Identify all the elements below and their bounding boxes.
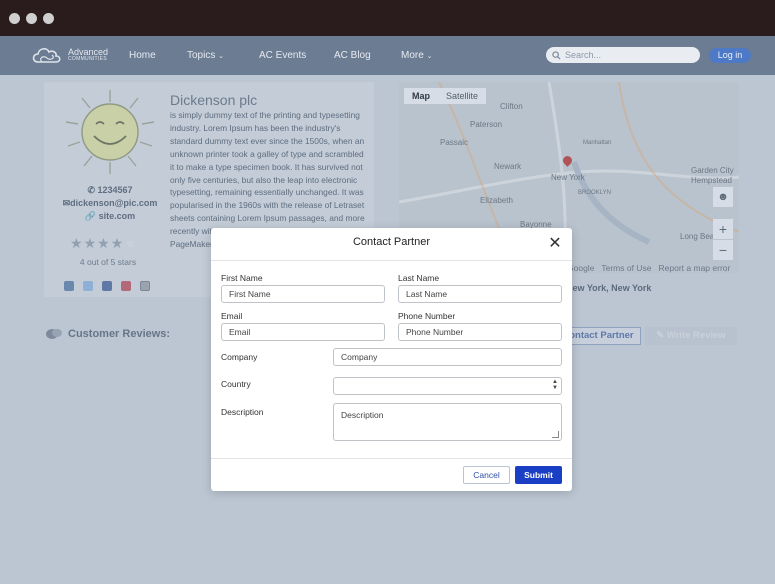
link-icon: 🔗 xyxy=(84,211,97,221)
nav-item-ac-events[interactable]: AC Events xyxy=(259,50,306,61)
first-name-field[interactable]: First Name xyxy=(221,285,385,303)
first-name-label: First Name xyxy=(221,273,263,283)
social-links xyxy=(64,281,150,291)
description-placeholder: Description xyxy=(341,410,384,420)
search-input[interactable]: Search... xyxy=(546,47,700,63)
window-maximize-dot[interactable] xyxy=(43,13,54,24)
email-label: Email xyxy=(221,311,243,321)
submit-button[interactable]: Submit xyxy=(515,466,562,484)
pencil-icon: ✎ xyxy=(656,330,665,341)
chevron-down-icon: ⌄ xyxy=(218,53,225,60)
modal-title: Contact Partner xyxy=(352,236,431,248)
map-place-label: Manhattan xyxy=(583,140,612,146)
select-updown-icon: ▲ ▼ xyxy=(552,379,558,391)
search-icon xyxy=(552,50,561,60)
star-half-icon: ★ xyxy=(110,235,125,251)
write-review-label: Write Review xyxy=(666,330,726,341)
description-textarea[interactable]: Description xyxy=(333,403,562,441)
envelope-icon: ✉ xyxy=(62,198,71,208)
logo-text-communities: COMMUNITIES xyxy=(68,56,107,62)
map-place-label: Paterson xyxy=(470,120,503,129)
search-placeholder: Search... xyxy=(565,50,602,60)
zoom-out-button[interactable]: − xyxy=(713,240,733,260)
twitter-icon[interactable] xyxy=(83,281,93,291)
modal-header-divider xyxy=(211,260,572,261)
partner-site-text: site.com xyxy=(98,211,136,221)
map-place-label: Elizabeth xyxy=(480,196,513,205)
rating-stars: ★★★★★ xyxy=(70,235,138,252)
write-review-button[interactable]: ✎ Write Review xyxy=(645,327,737,345)
country-label: Country xyxy=(221,379,251,389)
youtube-icon[interactable] xyxy=(121,281,131,291)
resize-grip-icon[interactable] xyxy=(552,431,559,438)
star-icon: ★ xyxy=(97,235,111,251)
customer-reviews-heading: Customer Reviews: xyxy=(46,328,170,340)
company-label: Company xyxy=(221,352,258,362)
sun-logo-image xyxy=(65,90,155,174)
modal-footer-divider xyxy=(211,458,572,459)
partner-phone-text: 1234567 xyxy=(97,185,133,195)
customer-reviews-heading-text: Customer Reviews: xyxy=(68,328,171,340)
map-place-label: Passaic xyxy=(440,138,469,147)
last-name-field[interactable]: Last Name xyxy=(398,285,562,303)
facebook-icon[interactable] xyxy=(102,281,112,291)
window-titlebar xyxy=(0,0,775,36)
phone-icon: ✆ xyxy=(87,185,95,195)
partner-name: Dickenson plc xyxy=(170,92,258,108)
linkedin-icon[interactable] xyxy=(64,281,74,291)
close-icon[interactable]: ✕ xyxy=(548,236,562,252)
map-type-tabs: Map Satellite xyxy=(404,88,487,104)
star-empty-icon: ★ xyxy=(124,235,138,251)
star-icon: ★ xyxy=(83,235,98,251)
cloud-logo-icon xyxy=(32,48,61,63)
zoom-in-button[interactable]: + xyxy=(713,219,733,239)
partner-email-text: dickenson@pic.com xyxy=(70,198,158,208)
star-icon: ★ xyxy=(70,235,84,251)
map-place-label: Clifton xyxy=(500,102,523,111)
instagram-icon[interactable] xyxy=(140,281,150,291)
window-minimize-dot[interactable] xyxy=(26,13,37,24)
phone-number-field[interactable]: Phone Number xyxy=(398,323,562,341)
partner-phone: ✆ 1234567 xyxy=(62,185,158,196)
partner-site[interactable]: 🔗 site.com xyxy=(62,211,158,222)
map-place-label: Hempstead xyxy=(691,176,732,185)
description-label: Description xyxy=(221,407,264,417)
nav-item-home[interactable]: Home xyxy=(129,50,156,61)
partner-address: New York, New York xyxy=(566,283,652,293)
map-footer: Google Terms of Use Report a map error xyxy=(567,263,730,273)
nav-item-ac-blog[interactable]: AC Blog xyxy=(334,50,371,61)
map-tab-map[interactable]: Map xyxy=(404,88,438,104)
map-report-error-link[interactable]: Report a map error xyxy=(659,263,731,273)
contact-partner-modal: Contact Partner ✕ First Name First Name … xyxy=(211,228,572,491)
cancel-button[interactable]: Cancel xyxy=(463,466,510,484)
company-field[interactable]: Company xyxy=(333,348,562,366)
nav-item-more-label: More xyxy=(401,50,424,61)
rating-text: 4 out of 5 stars xyxy=(79,257,137,267)
pegman-icon[interactable]: ☻ xyxy=(713,187,733,207)
map-place-label: BROOKLYN xyxy=(578,190,611,196)
top-navigation: Advanced COMMUNITIES Home Topics ⌄ AC Ev… xyxy=(0,36,775,75)
map-place-label: Garden City xyxy=(691,166,734,175)
nav-item-more[interactable]: More ⌄ xyxy=(401,50,432,61)
map-tab-satellite[interactable]: Satellite xyxy=(438,88,486,104)
map-place-label: Newark xyxy=(494,162,522,171)
partner-email[interactable]: ✉dickenson@pic.com xyxy=(62,198,158,209)
chat-bubbles-icon xyxy=(46,329,62,339)
country-select[interactable]: ▲ ▼ xyxy=(333,377,562,395)
last-name-label: Last Name xyxy=(398,273,440,283)
login-button[interactable]: Log in xyxy=(709,48,751,63)
map-terms-link[interactable]: Terms of Use xyxy=(601,263,651,273)
nav-item-topics-label: Topics xyxy=(187,50,216,61)
chevron-down-icon: ⌄ xyxy=(426,53,433,60)
site-logo[interactable]: Advanced COMMUNITIES xyxy=(30,44,108,66)
email-field[interactable]: Email xyxy=(221,323,385,341)
phone-number-label: Phone Number xyxy=(398,311,456,321)
nav-item-topics[interactable]: Topics ⌄ xyxy=(187,50,224,61)
map-place-label: New York xyxy=(551,173,585,182)
window-close-dot[interactable] xyxy=(9,13,20,24)
